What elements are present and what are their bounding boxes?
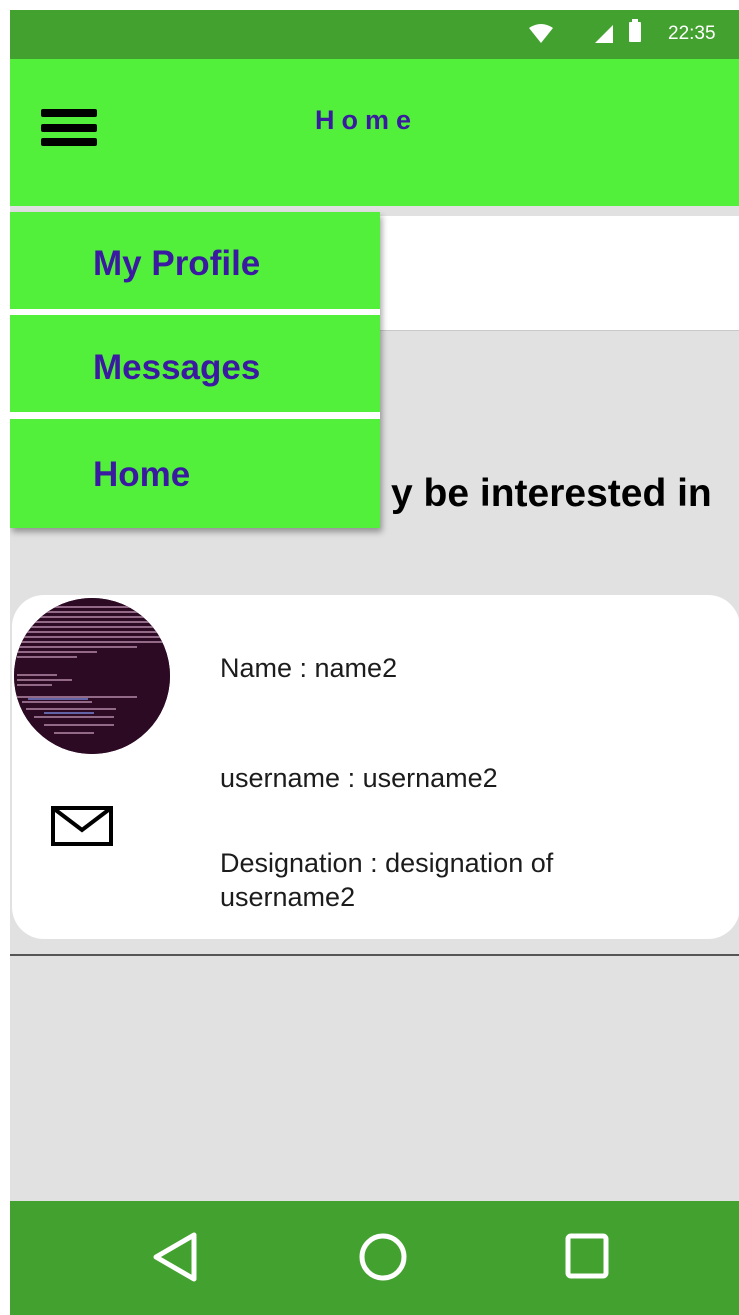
drawer-item-label: Home	[93, 455, 191, 494]
user-name: Name : name2	[220, 653, 398, 683]
cell-signal-icon	[595, 25, 613, 43]
divider	[10, 954, 739, 956]
app-screen: 22:35 Home y be interested in Name: nam…	[10, 10, 739, 1315]
drawer-item-home[interactable]: Home	[10, 419, 380, 528]
drawer-item-messages[interactable]: Messages	[10, 315, 380, 412]
drawer-item-label: My Profile	[93, 244, 261, 283]
drawer-item-my-profile[interactable]: My Profile	[10, 212, 380, 309]
section-heading-text: y be interested in	[391, 472, 712, 515]
home-icon[interactable]	[357, 1231, 409, 1283]
back-icon[interactable]	[150, 1231, 200, 1283]
user-card[interactable]: Name : name2 username : username2 Design…	[12, 595, 739, 939]
user-username: username : username2	[220, 763, 498, 793]
navigation-drawer: My Profile Messages Home	[10, 212, 380, 528]
avatar	[14, 598, 170, 754]
app-bar: Home	[10, 59, 739, 206]
terminal-screenshot-avatar	[14, 598, 170, 754]
page-title: Home	[315, 105, 419, 135]
drawer-item-label: Messages	[93, 348, 261, 387]
hamburger-menu-icon[interactable]	[39, 105, 101, 153]
wifi-icon	[529, 24, 553, 43]
status-time: 22:35	[668, 23, 716, 44]
battery-icon	[629, 19, 641, 42]
status-bar: 22:35	[10, 10, 739, 59]
system-nav-bar	[10, 1201, 739, 1315]
recents-icon[interactable]	[564, 1231, 610, 1281]
user-designation: Designation : designation of username2	[220, 848, 554, 912]
mail-icon[interactable]	[51, 806, 113, 846]
